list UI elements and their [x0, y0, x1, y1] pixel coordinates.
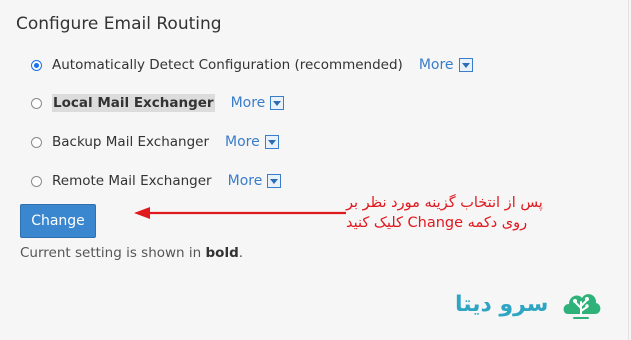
more-auto-detect-link[interactable]: More — [419, 57, 473, 73]
option-remote-mail-exchanger-label: Remote Mail Exchanger — [52, 173, 212, 189]
tree-cloud-icon — [564, 294, 601, 319]
chevron-down-icon[interactable] — [267, 174, 282, 188]
brand-logo-group: سرو دیتا — [455, 284, 602, 324]
annotation-text: پس از انتخاب گزینه مورد نظر بر روی دکمه … — [346, 193, 606, 233]
radio-remote-mail-exchanger[interactable] — [31, 175, 42, 187]
chevron-down-icon[interactable] — [458, 58, 473, 72]
option-auto-detect[interactable]: Automatically Detect Configuration (reco… — [31, 54, 473, 76]
option-backup-mail-exchanger-label: Backup Mail Exchanger — [52, 134, 210, 150]
email-routing-panel: Configure Email Routing Automatically De… — [0, 0, 629, 340]
annotation-line-1: پس از انتخاب گزینه مورد نظر بر — [346, 195, 543, 211]
more-link-text[interactable]: More — [228, 173, 263, 189]
chevron-down-icon[interactable] — [264, 135, 279, 149]
note-bold-word: bold — [205, 245, 239, 261]
radio-auto-detect[interactable] — [31, 59, 42, 71]
note-prefix: Current setting is shown in — [20, 245, 206, 261]
radio-local-mail-exchanger[interactable] — [31, 97, 42, 109]
more-remote-link[interactable]: More — [228, 173, 282, 189]
option-remote-mail-exchanger[interactable]: Remote Mail Exchanger More — [31, 170, 282, 192]
option-auto-detect-label: Automatically Detect Configuration (reco… — [52, 57, 403, 73]
note-suffix: . — [238, 245, 244, 261]
chevron-down-icon[interactable] — [270, 96, 285, 110]
more-link-text[interactable]: More — [419, 57, 454, 73]
brand-name: سرو دیتا — [455, 291, 549, 317]
option-backup-mail-exchanger[interactable]: Backup Mail Exchanger More — [31, 131, 279, 153]
option-local-mail-exchanger-label: Local Mail Exchanger — [52, 94, 215, 112]
more-local-link[interactable]: More — [231, 95, 285, 111]
annotation-line-2: روی دکمه Change کلیک کنید — [346, 215, 528, 231]
page-title: Configure Email Routing — [16, 14, 222, 34]
change-button[interactable]: Change — [20, 204, 96, 238]
option-local-mail-exchanger[interactable]: Local Mail Exchanger More — [31, 92, 285, 114]
radio-backup-mail-exchanger[interactable] — [31, 136, 42, 148]
more-backup-link[interactable]: More — [225, 134, 279, 150]
annotation-arrow-icon — [134, 207, 346, 219]
more-link-text[interactable]: More — [225, 134, 260, 150]
more-link-text[interactable]: More — [231, 95, 266, 111]
current-setting-note: Current setting is shown in bold. — [20, 245, 243, 261]
